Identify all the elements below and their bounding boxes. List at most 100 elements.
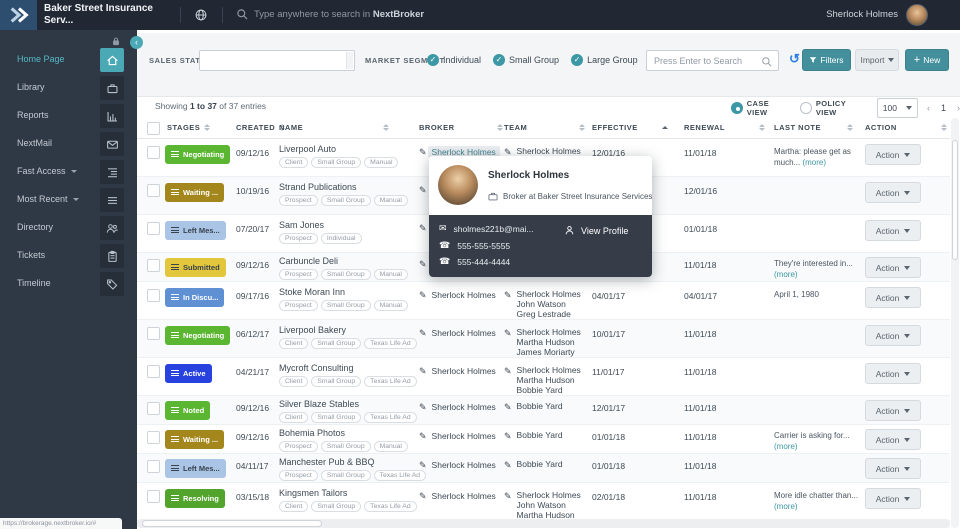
sidebar-item-home-page[interactable]: Home Page (0, 46, 137, 74)
nextbroker-logo-icon[interactable] (0, 0, 37, 30)
note-more-link[interactable]: (more) (774, 442, 798, 451)
stage-badge[interactable]: In Discu... (165, 287, 225, 307)
sales-status-input[interactable] (199, 50, 355, 71)
row-checkbox[interactable] (147, 222, 160, 240)
broker-email[interactable]: ✉ sholmes221b@mai... (439, 223, 534, 234)
sidebar-item-tickets[interactable]: Tickets (0, 242, 137, 270)
action-button[interactable]: Action (865, 287, 921, 308)
row-checkbox[interactable] (147, 146, 160, 164)
header-team[interactable]: TEAM (504, 123, 586, 132)
search-icon[interactable] (236, 8, 249, 26)
company-name[interactable]: Carbuncle Deli (279, 256, 417, 266)
action-button[interactable]: Action (865, 220, 921, 241)
action-button[interactable]: Action (865, 488, 921, 509)
action-button[interactable]: Action (865, 182, 921, 203)
bar-chart-icon[interactable] (100, 104, 124, 128)
action-button[interactable]: Action (865, 144, 921, 165)
stage-badge[interactable]: Noted (165, 400, 211, 420)
stage-badge[interactable]: Resolving (165, 488, 225, 508)
envelope-icon[interactable] (100, 132, 124, 156)
global-search-input[interactable]: Type anywhere to search in NextBroker (254, 9, 424, 20)
team-cell[interactable]: ✎ Bobbie Yard (504, 459, 563, 470)
sidebar-item-fast-access[interactable]: Fast Access (0, 158, 137, 186)
filters-button[interactable]: Filters (802, 49, 851, 71)
action-button[interactable]: Action (865, 257, 921, 278)
row-checkbox[interactable] (147, 289, 160, 307)
row-checkbox[interactable] (147, 327, 160, 345)
segment-checkbox-small-group[interactable]: ✓ Small Group (493, 54, 559, 66)
briefcase-icon[interactable] (100, 76, 124, 100)
header-effective[interactable]: EFFECTIVE (592, 123, 668, 132)
tags-icon[interactable] (100, 272, 124, 296)
action-button[interactable]: Action (865, 429, 921, 450)
action-button[interactable]: Action (865, 400, 921, 421)
broker-cell[interactable]: ✎ Sherlock Holmes (419, 402, 496, 412)
note-more-link[interactable]: (more) (774, 502, 798, 511)
list-icon[interactable] (100, 188, 124, 212)
action-button[interactable]: Action (865, 325, 921, 346)
segment-checkbox-individual[interactable]: ✓ Individual (427, 54, 481, 66)
team-cell[interactable]: ✎ Sherlock Holmes John Watson Greg Lestrade (504, 289, 581, 320)
company-name[interactable]: Manchester Pub & BBQ (279, 457, 417, 467)
action-button[interactable]: Action (865, 363, 921, 384)
header-created[interactable]: CREATED (236, 123, 286, 132)
current-page[interactable]: 1 (941, 103, 946, 113)
horizontal-scrollbar-thumb[interactable] (142, 520, 322, 527)
row-checkbox[interactable] (147, 460, 160, 478)
stage-badge[interactable]: Active (165, 363, 212, 383)
segment-checkbox-large-group[interactable]: ✓ Large Group (571, 54, 638, 66)
company-name[interactable]: Bohemia Photos (279, 428, 417, 438)
sidebar-item-most-recent[interactable]: Most Recent (0, 186, 137, 214)
row-checkbox[interactable] (147, 490, 160, 508)
table-search-input[interactable] (652, 52, 757, 69)
header-action[interactable]: ACTION (865, 123, 947, 132)
sidebar-item-reports[interactable]: Reports (0, 102, 137, 130)
select-all-checkbox[interactable] (147, 122, 160, 135)
header-stages[interactable]: STAGES (167, 123, 211, 132)
page-size-select[interactable]: 100 (876, 98, 918, 118)
company-name[interactable]: Strand Publications (279, 182, 417, 192)
sidebar-item-directory[interactable]: Directory (0, 214, 137, 242)
header-renewal[interactable]: RENEWAL (684, 123, 765, 132)
sidebar-collapse-button[interactable]: ‹ (130, 36, 143, 49)
stage-badge[interactable]: Waiting ... (165, 182, 225, 202)
import-button[interactable]: Import (855, 49, 899, 71)
broker-cell[interactable]: ✎ Sherlock Holmes (419, 431, 496, 441)
sidebar-item-nextmail[interactable]: NextMail (0, 130, 137, 158)
user-name[interactable]: Sherlock Holmes (826, 9, 898, 20)
company-name[interactable]: Stoke Moran Inn (279, 287, 417, 297)
stage-badge[interactable]: Submitted (165, 257, 226, 277)
broker-cell[interactable]: ✎ Sherlock Holmes (419, 491, 496, 501)
list-indent-icon[interactable] (100, 160, 124, 184)
new-button[interactable]: + New (905, 49, 949, 71)
user-avatar[interactable] (906, 4, 928, 26)
row-checkbox[interactable] (147, 184, 160, 202)
stage-badge[interactable]: Left Mes... (165, 220, 226, 240)
header-name[interactable]: NAME (279, 123, 390, 132)
company-name[interactable]: Liverpool Bakery (279, 325, 417, 335)
team-cell[interactable]: ✎ Bobbie Yard (504, 430, 563, 441)
company-name[interactable]: Silver Blaze Stables (279, 399, 417, 409)
prev-page-button[interactable]: ‹ (927, 103, 930, 113)
company-name[interactable]: Sam Jones (279, 220, 417, 230)
header-last-note[interactable]: LAST NOTE (774, 123, 853, 132)
broker-cell[interactable]: ✎ Sherlock Holmes (419, 328, 496, 338)
action-button[interactable]: Action (865, 458, 921, 479)
team-cell[interactable]: ✎ Sherlock Holmes John Watson Martha Hudson (504, 490, 581, 521)
company-name[interactable]: Kingsmen Tailors (279, 488, 417, 498)
header-broker[interactable]: BROKER (419, 123, 503, 132)
vertical-scrollbar-thumb[interactable] (951, 140, 958, 260)
case-view-radio[interactable]: CASE VIEW (731, 99, 791, 117)
broker-cell[interactable]: ✎ Sherlock Holmes (419, 366, 496, 376)
home-icon[interactable] (100, 48, 124, 72)
broker-phone-2[interactable]: ☎ 555-444-4444 (439, 256, 510, 267)
broker-cell[interactable]: ✎ Sherlock Holmes (419, 290, 496, 300)
row-checkbox[interactable] (147, 259, 160, 277)
broker-cell[interactable]: ✎ Sherlock Holmes (419, 460, 496, 470)
clipboard-icon[interactable] (100, 244, 124, 268)
team-cell[interactable]: ✎ Bobbie Yard (504, 401, 563, 412)
row-checkbox[interactable] (147, 431, 160, 449)
note-more-link[interactable]: (more) (802, 158, 826, 167)
sidebar-item-library[interactable]: Library (0, 74, 137, 102)
sidebar-item-timeline[interactable]: Timeline (0, 270, 137, 298)
